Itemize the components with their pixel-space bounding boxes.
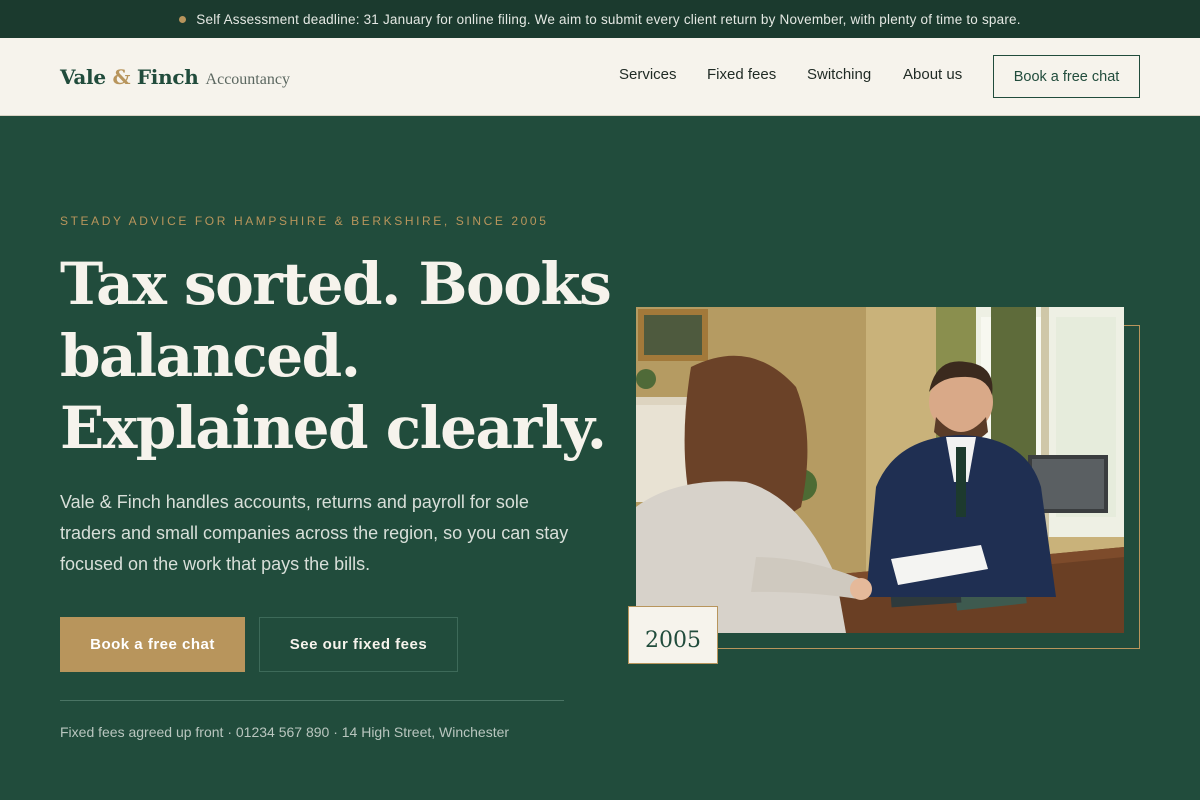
announcement-bar: Self Assessment deadline: 31 January for… bbox=[0, 0, 1200, 38]
brand-name: Vale & Finch bbox=[60, 65, 199, 89]
nav-link-fixed-fees[interactable]: Fixed fees bbox=[707, 66, 776, 83]
hero-description: Vale & Finch handles accounts, returns a… bbox=[60, 492, 569, 574]
header-book-chat-button[interactable]: Book a free chat bbox=[993, 55, 1140, 98]
headline-line-3: Explained clearly. bbox=[60, 394, 607, 462]
headline-line-1: Tax sorted. Books bbox=[60, 250, 612, 318]
announcement-text: Self Assessment deadline: 31 January for… bbox=[196, 11, 1021, 27]
hero-headline: Tax sorted. Books balanced. Explained cl… bbox=[60, 248, 612, 464]
site-header: Vale & Finch Accountancy Services Fixed … bbox=[0, 38, 1200, 116]
contact-footnote: Fixed fees agreed up front · 01234 567 8… bbox=[60, 724, 510, 740]
hero-eyebrow: STEADY ADVICE FOR HAMPSHIRE & BERKSHIRE,… bbox=[60, 214, 549, 228]
book-free-chat-button[interactable]: Book a free chat bbox=[60, 617, 245, 672]
hero-photo-consultation bbox=[636, 307, 1124, 633]
nav-link-services[interactable]: Services bbox=[619, 66, 677, 83]
hero-divider bbox=[60, 700, 564, 701]
bullet-dot-icon bbox=[179, 15, 187, 23]
consultation-illustration bbox=[636, 307, 1124, 633]
brand-suffix: Accountancy bbox=[205, 71, 290, 88]
brand-logo[interactable]: Vale & Finch Accountancy bbox=[60, 65, 290, 89]
year-badge: 2005 bbox=[628, 606, 718, 664]
brand-ampersand: & bbox=[112, 65, 131, 89]
see-fixed-fees-button[interactable]: See our fixed fees bbox=[259, 617, 458, 672]
nav-link-about-us[interactable]: About us bbox=[903, 66, 962, 83]
nav-link-switching[interactable]: Switching bbox=[807, 66, 871, 83]
headline-line-2: balanced. bbox=[60, 322, 361, 390]
